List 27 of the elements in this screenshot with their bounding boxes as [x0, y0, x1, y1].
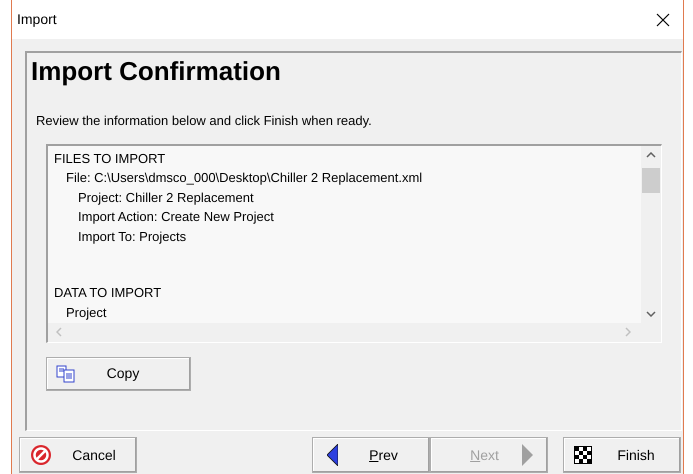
cancel-button[interactable]: Cancel [19, 437, 137, 473]
left-chevron-icon [56, 327, 62, 337]
down-chevron-icon [646, 310, 656, 316]
right-chevron-icon [625, 327, 631, 337]
prev-button[interactable]: Prev [312, 437, 430, 473]
scrollbar-thumb[interactable] [642, 168, 660, 192]
checkered-flag-icon [574, 446, 592, 464]
copy-icon [56, 364, 76, 382]
right-triangle-icon [522, 444, 533, 466]
copy-button[interactable]: Copy [46, 356, 191, 390]
up-chevron-icon [646, 152, 656, 158]
page-heading: Import Confirmation [31, 56, 281, 86]
detail-line: FILES TO IMPORT [54, 150, 166, 168]
vertical-scrollbar[interactable] [641, 146, 661, 322]
detail-line: Project [66, 304, 106, 322]
close-icon [656, 12, 670, 26]
window-title: Import [17, 10, 57, 29]
detail-line: Import To: Projects [78, 228, 186, 246]
detail-line: Project: Chiller 2 Replacement [78, 188, 254, 207]
left-triangle-icon [327, 444, 338, 466]
detail-line: File: C:\Users\dmsco_000\Desktop\Chiller 2 Replacement.xml [66, 169, 422, 187]
detail-line: DATA TO IMPORT [54, 284, 162, 302]
horizontal-scrollbar[interactable] [48, 322, 661, 342]
instructions-text: Review the information below and click Finish when ready. [36, 112, 372, 130]
finish-button[interactable]: Finish [563, 437, 681, 473]
detail-line: Import Action: Create New Project [78, 208, 274, 226]
prohibited-icon [30, 444, 52, 466]
